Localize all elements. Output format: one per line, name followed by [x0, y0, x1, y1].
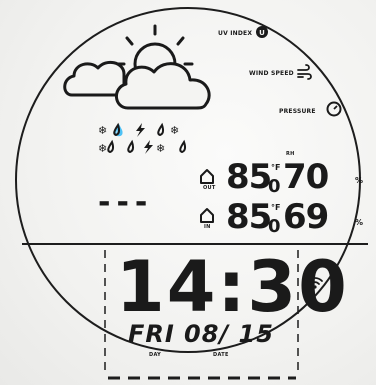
indoor-label: IN	[204, 224, 211, 230]
storm-snow-rain-icon: ❄ 💧 ❄ ❄ ❄	[98, 122, 187, 155]
pressure-gauge-icon	[326, 101, 342, 117]
outdoor-temperature-decimal: 0	[268, 176, 280, 197]
uv-icon: U	[256, 26, 268, 38]
svg-text:❄: ❄	[170, 124, 179, 137]
dashes-readout: ---	[98, 185, 154, 220]
indoor-humidity-unit: %	[355, 218, 364, 227]
wifi-icon	[307, 277, 323, 289]
outdoor-temperature-unit: °F	[271, 163, 281, 172]
indoor-temperature-unit: °F	[271, 203, 281, 212]
indoor-temperature-decimal: 0	[268, 216, 280, 237]
outdoor-humidity: 70	[283, 157, 329, 197]
outdoor-label: OUT	[203, 185, 216, 191]
wind-icon	[297, 64, 312, 80]
house-icon	[200, 208, 214, 223]
date-label: DATE	[213, 352, 229, 358]
uv-index-label: UV INDEX	[218, 30, 253, 37]
pressure-label: PRESSURE	[279, 108, 316, 115]
lcd-display: ❄ 💧 ❄ ❄ ❄ UV INDEX U WIND SPEED PRESSURE	[0, 0, 376, 385]
indoor-temperature: 85	[226, 197, 272, 237]
wind-speed-label: WIND SPEED	[249, 70, 294, 77]
house-icon	[200, 169, 214, 184]
clock-date: 08/ 15	[184, 320, 274, 348]
svg-text:❄: ❄	[156, 142, 165, 155]
svg-text:❄: ❄	[98, 142, 107, 155]
clock-day: FRI	[128, 320, 175, 348]
partly-cloudy-icon	[63, 24, 211, 110]
outdoor-humidity-unit: %	[355, 176, 364, 185]
day-label: DAY	[149, 352, 162, 358]
svg-text:U: U	[259, 29, 265, 37]
svg-text:❄: ❄	[98, 124, 107, 137]
outdoor-temperature: 85	[226, 157, 272, 197]
indoor-humidity: 69	[283, 197, 329, 237]
